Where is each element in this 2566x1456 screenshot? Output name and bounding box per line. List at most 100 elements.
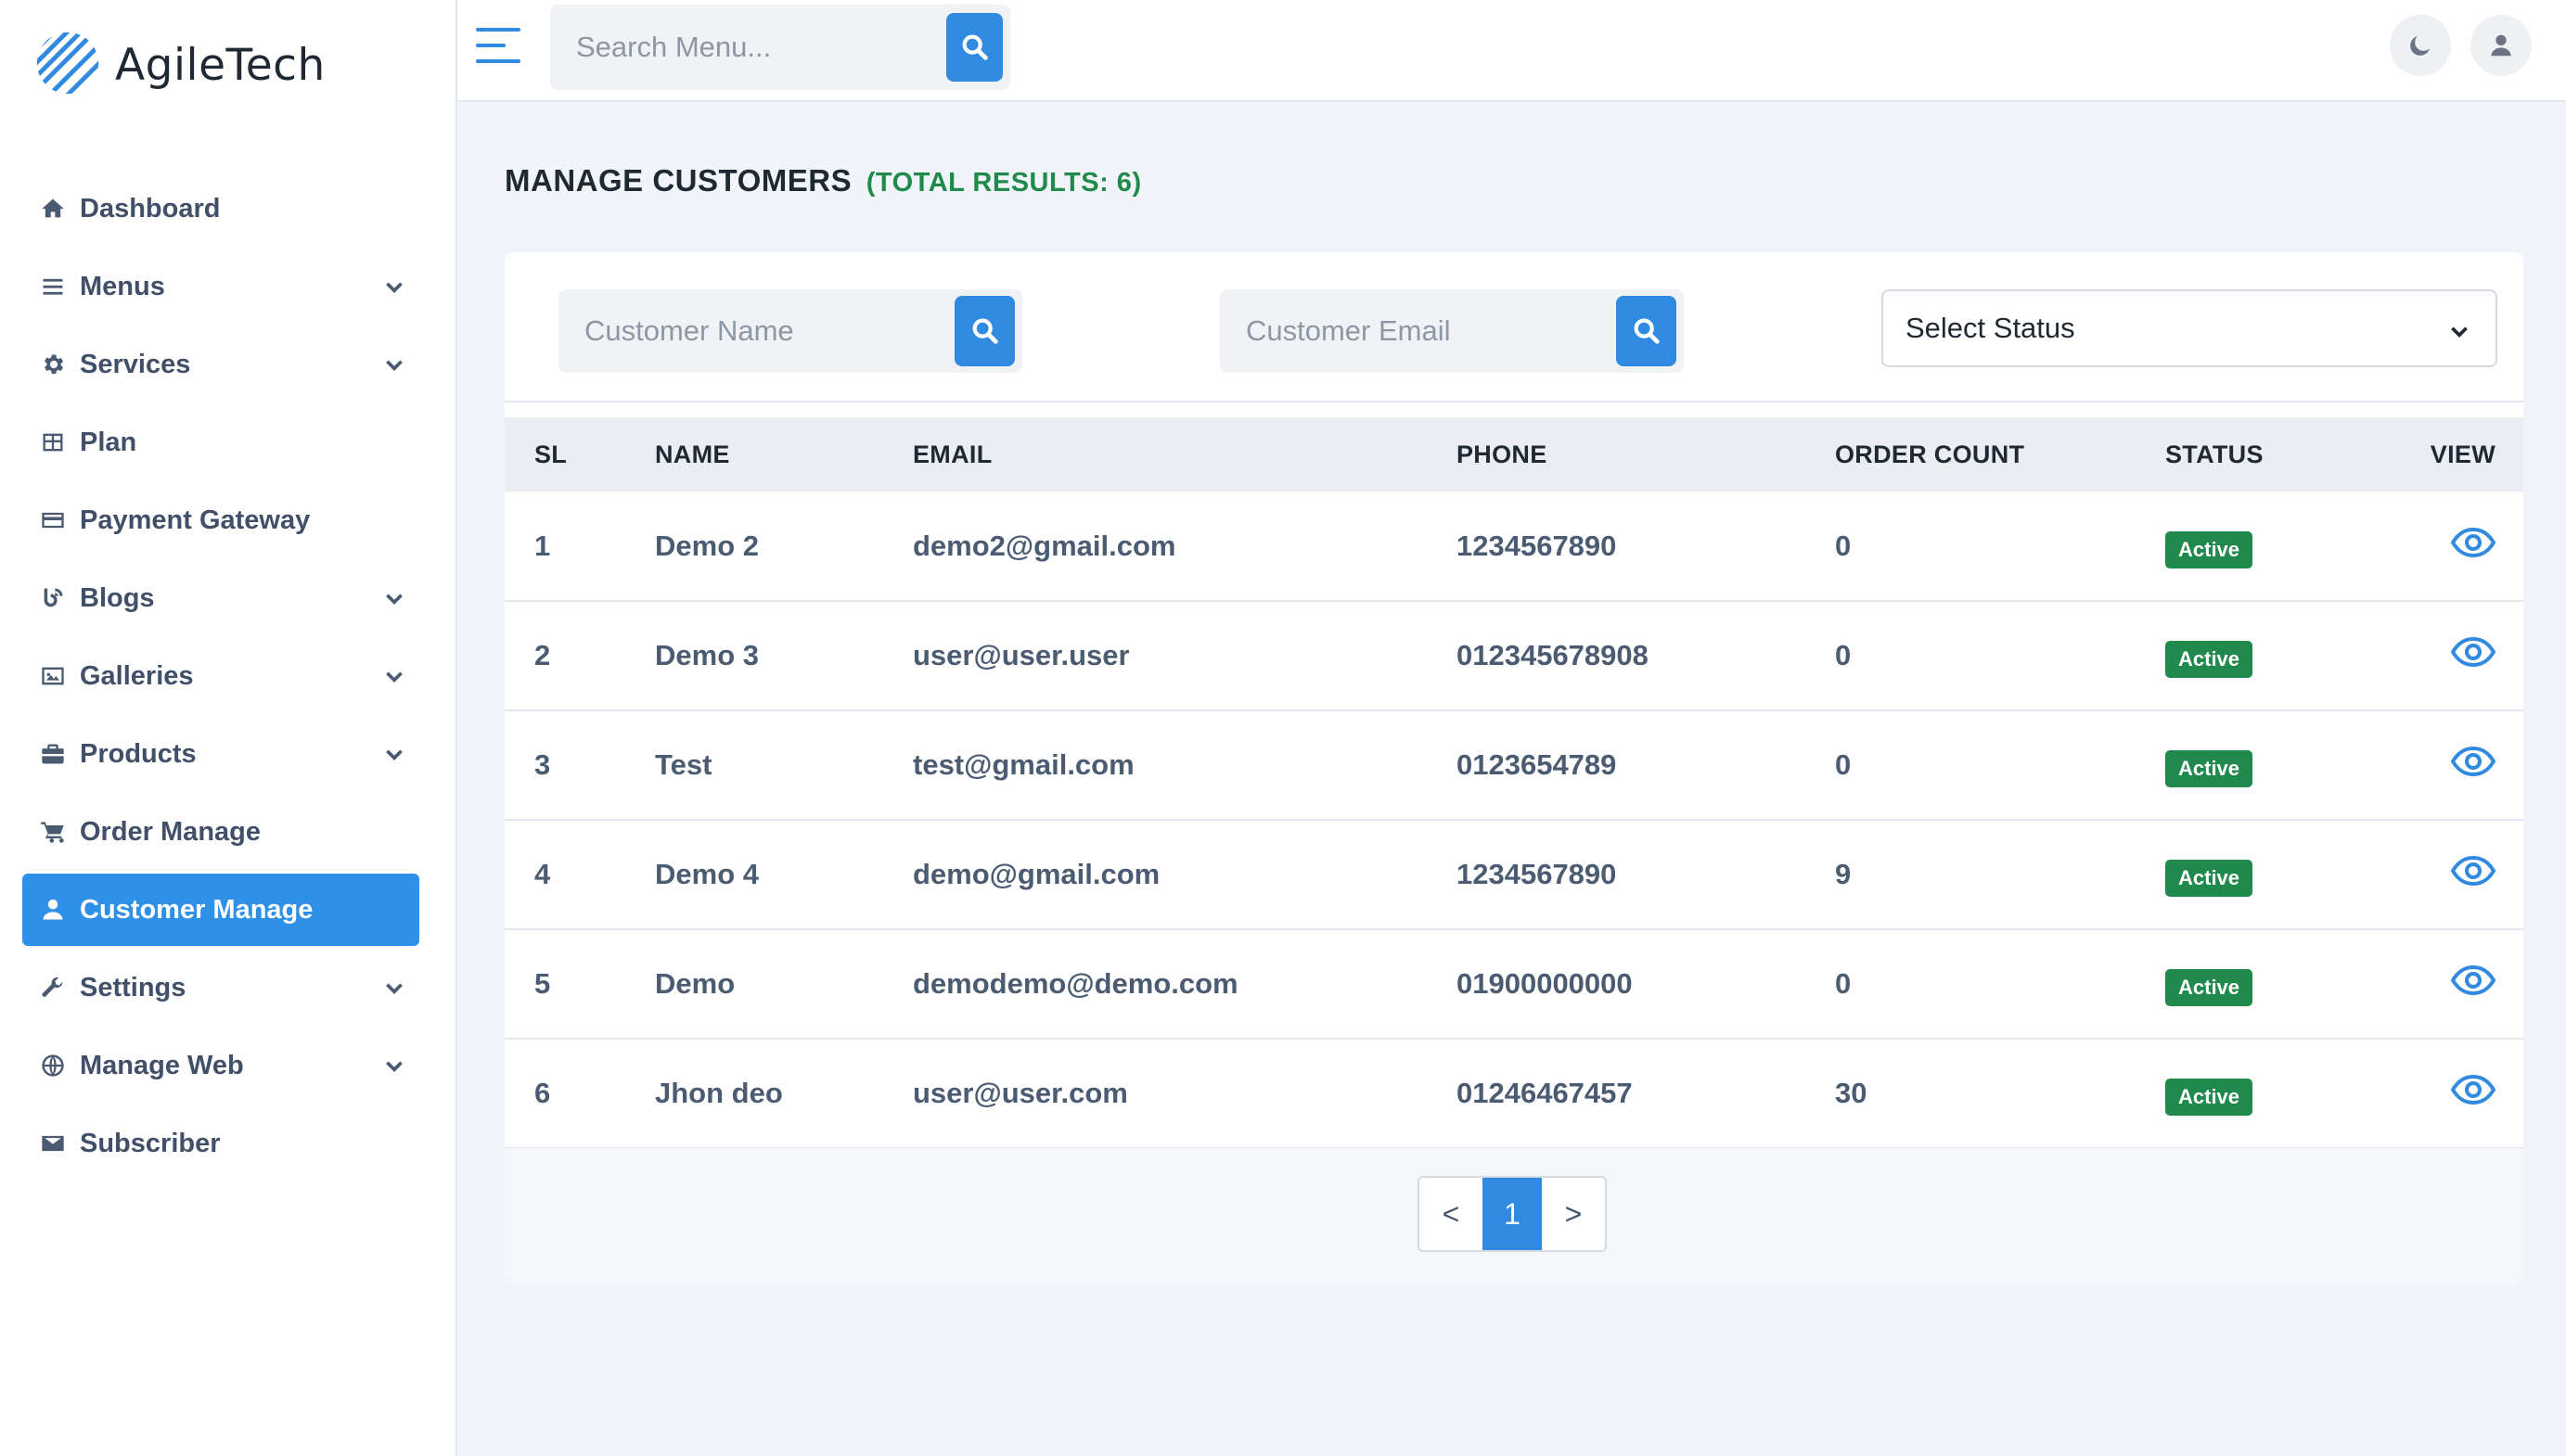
customers-card: Select Status SL NAME EMAIL PHONE ORDER … (505, 252, 2523, 1285)
cell-status: Active (2165, 492, 2430, 601)
cell-sl: 2 (534, 639, 551, 671)
chevron-down-icon[interactable] (382, 352, 406, 377)
menu-search-input[interactable] (550, 5, 946, 90)
customer-name-search-button[interactable] (955, 296, 1015, 366)
cell-view (2430, 492, 2523, 601)
hamburger-menu-icon[interactable] (476, 28, 520, 67)
theme-toggle-button[interactable] (2390, 15, 2451, 76)
cell-name: Demo 2 (655, 529, 759, 562)
table-row: 5 Demo demodemo@demo.com 01900000000 0 A… (505, 929, 2523, 1039)
total-results: (TOTAL RESULTS: 6) (866, 168, 1142, 198)
cell-view (2430, 710, 2523, 820)
status-badge: Active (2165, 969, 2253, 1006)
cell-status: Active (2165, 710, 2430, 820)
cell-view (2430, 601, 2523, 710)
sidebar-item-label: Dashboard (80, 193, 221, 224)
sidebar-item-products[interactable]: Products (22, 718, 419, 790)
customer-name-input[interactable] (558, 289, 955, 373)
sidebar-item-label: Menus (80, 271, 165, 301)
sidebar-item-payment-gateway[interactable]: Payment Gateway (22, 484, 419, 556)
cell-sl: 5 (534, 967, 551, 1000)
sidebar: AgileTech Dashboard Menus Services Plan … (0, 0, 457, 1456)
cell-status: Active (2165, 929, 2430, 1039)
cell-order-count: 0 (1835, 639, 1852, 671)
status-badge: Active (2165, 641, 2253, 678)
chevron-down-icon[interactable] (382, 664, 406, 688)
user-icon (2491, 34, 2511, 57)
customer-name-filter (558, 289, 1022, 373)
credit-card-icon (39, 506, 67, 534)
search-icon (1634, 318, 1660, 344)
sidebar-item-settings[interactable]: Settings (22, 952, 419, 1024)
sidebar-item-label: Payment Gateway (80, 504, 311, 535)
customers-table: SL NAME EMAIL PHONE ORDER COUNT STATUS V… (505, 417, 2523, 1149)
table-row: 6 Jhon deo user@user.com 01246467457 30 … (505, 1039, 2523, 1148)
column-header-phone: PHONE (1456, 440, 1547, 468)
sidebar-item-label: Settings (80, 972, 186, 1003)
column-header-status: STATUS (2165, 440, 2264, 468)
envelope-icon (39, 1130, 67, 1157)
column-header-view: VIEW (2430, 440, 2495, 468)
cell-phone: 01900000000 (1456, 967, 1633, 1000)
cell-name: Jhon deo (655, 1077, 783, 1109)
cell-order-count: 0 (1835, 748, 1852, 781)
brand[interactable]: AgileTech (32, 28, 326, 102)
sidebar-item-label: Subscriber (80, 1128, 221, 1158)
cart-icon (39, 818, 67, 846)
eye-icon[interactable] (2450, 964, 2496, 996)
cell-name: Test (655, 748, 712, 781)
table-row: 3 Test test@gmail.com 0123654789 0 Activ… (505, 710, 2523, 820)
sidebar-item-label: Order Manage (80, 816, 261, 847)
cell-sl: 6 (534, 1077, 551, 1109)
sidebar-item-label: Manage Web (80, 1050, 244, 1080)
cell-email: test@gmail.com (913, 748, 1135, 781)
chevron-down-icon[interactable] (382, 586, 406, 610)
menu-icon (39, 273, 67, 300)
profile-button[interactable] (2470, 15, 2532, 76)
chevron-down-icon[interactable] (382, 742, 406, 766)
chevron-down-icon[interactable] (382, 275, 406, 299)
customer-email-input[interactable] (1220, 289, 1616, 373)
sidebar-item-blogs[interactable]: Blogs (22, 562, 419, 634)
menu-search (550, 5, 1010, 90)
status-select[interactable]: Select Status (1881, 289, 2497, 367)
sidebar-item-manage-web[interactable]: Manage Web (22, 1029, 419, 1102)
sidebar-item-label: Services (80, 349, 191, 379)
menu-search-button[interactable] (946, 13, 1003, 82)
cell-phone: 01246467457 (1456, 1077, 1633, 1109)
pagination-prev[interactable]: < (1419, 1178, 1482, 1250)
search-icon (972, 318, 998, 344)
sidebar-nav: Dashboard Menus Services Plan Payment Ga… (22, 172, 419, 1185)
cell-order-count: 9 (1835, 858, 1852, 890)
topbar (457, 0, 2566, 102)
eye-icon[interactable] (2450, 855, 2496, 887)
sidebar-item-customer-manage[interactable]: Customer Manage (22, 874, 419, 946)
sidebar-item-subscriber[interactable]: Subscriber (22, 1107, 419, 1180)
cell-order-count: 0 (1835, 967, 1852, 1000)
sidebar-item-label: Products (80, 738, 197, 769)
cell-status: Active (2165, 1039, 2430, 1148)
page-title-text: MANAGE CUSTOMERS (505, 163, 853, 198)
sidebar-item-dashboard[interactable]: Dashboard (22, 172, 419, 245)
moon-icon (2410, 36, 2430, 56)
cell-view (2430, 820, 2523, 929)
eye-icon[interactable] (2450, 527, 2496, 558)
pagination-next[interactable]: > (1542, 1178, 1605, 1250)
chevron-down-icon[interactable] (382, 1054, 406, 1078)
sidebar-item-menus[interactable]: Menus (22, 250, 419, 323)
eye-icon[interactable] (2450, 636, 2496, 668)
cell-order-count: 30 (1835, 1077, 1867, 1109)
sidebar-item-order-manage[interactable]: Order Manage (22, 796, 419, 868)
sidebar-item-plan[interactable]: Plan (22, 406, 419, 479)
cell-order-count: 0 (1835, 529, 1852, 562)
chevron-down-icon[interactable] (382, 976, 406, 1000)
cell-email: demo2@gmail.com (913, 529, 1176, 562)
eye-icon[interactable] (2450, 746, 2496, 777)
eye-icon[interactable] (2450, 1074, 2496, 1105)
sidebar-item-galleries[interactable]: Galleries (22, 640, 419, 712)
status-badge: Active (2165, 530, 2253, 568)
sidebar-item-services[interactable]: Services (22, 328, 419, 401)
pagination-page[interactable]: 1 (1482, 1178, 1542, 1250)
cell-email: user@user.user (913, 639, 1130, 671)
customer-email-search-button[interactable] (1616, 296, 1676, 366)
